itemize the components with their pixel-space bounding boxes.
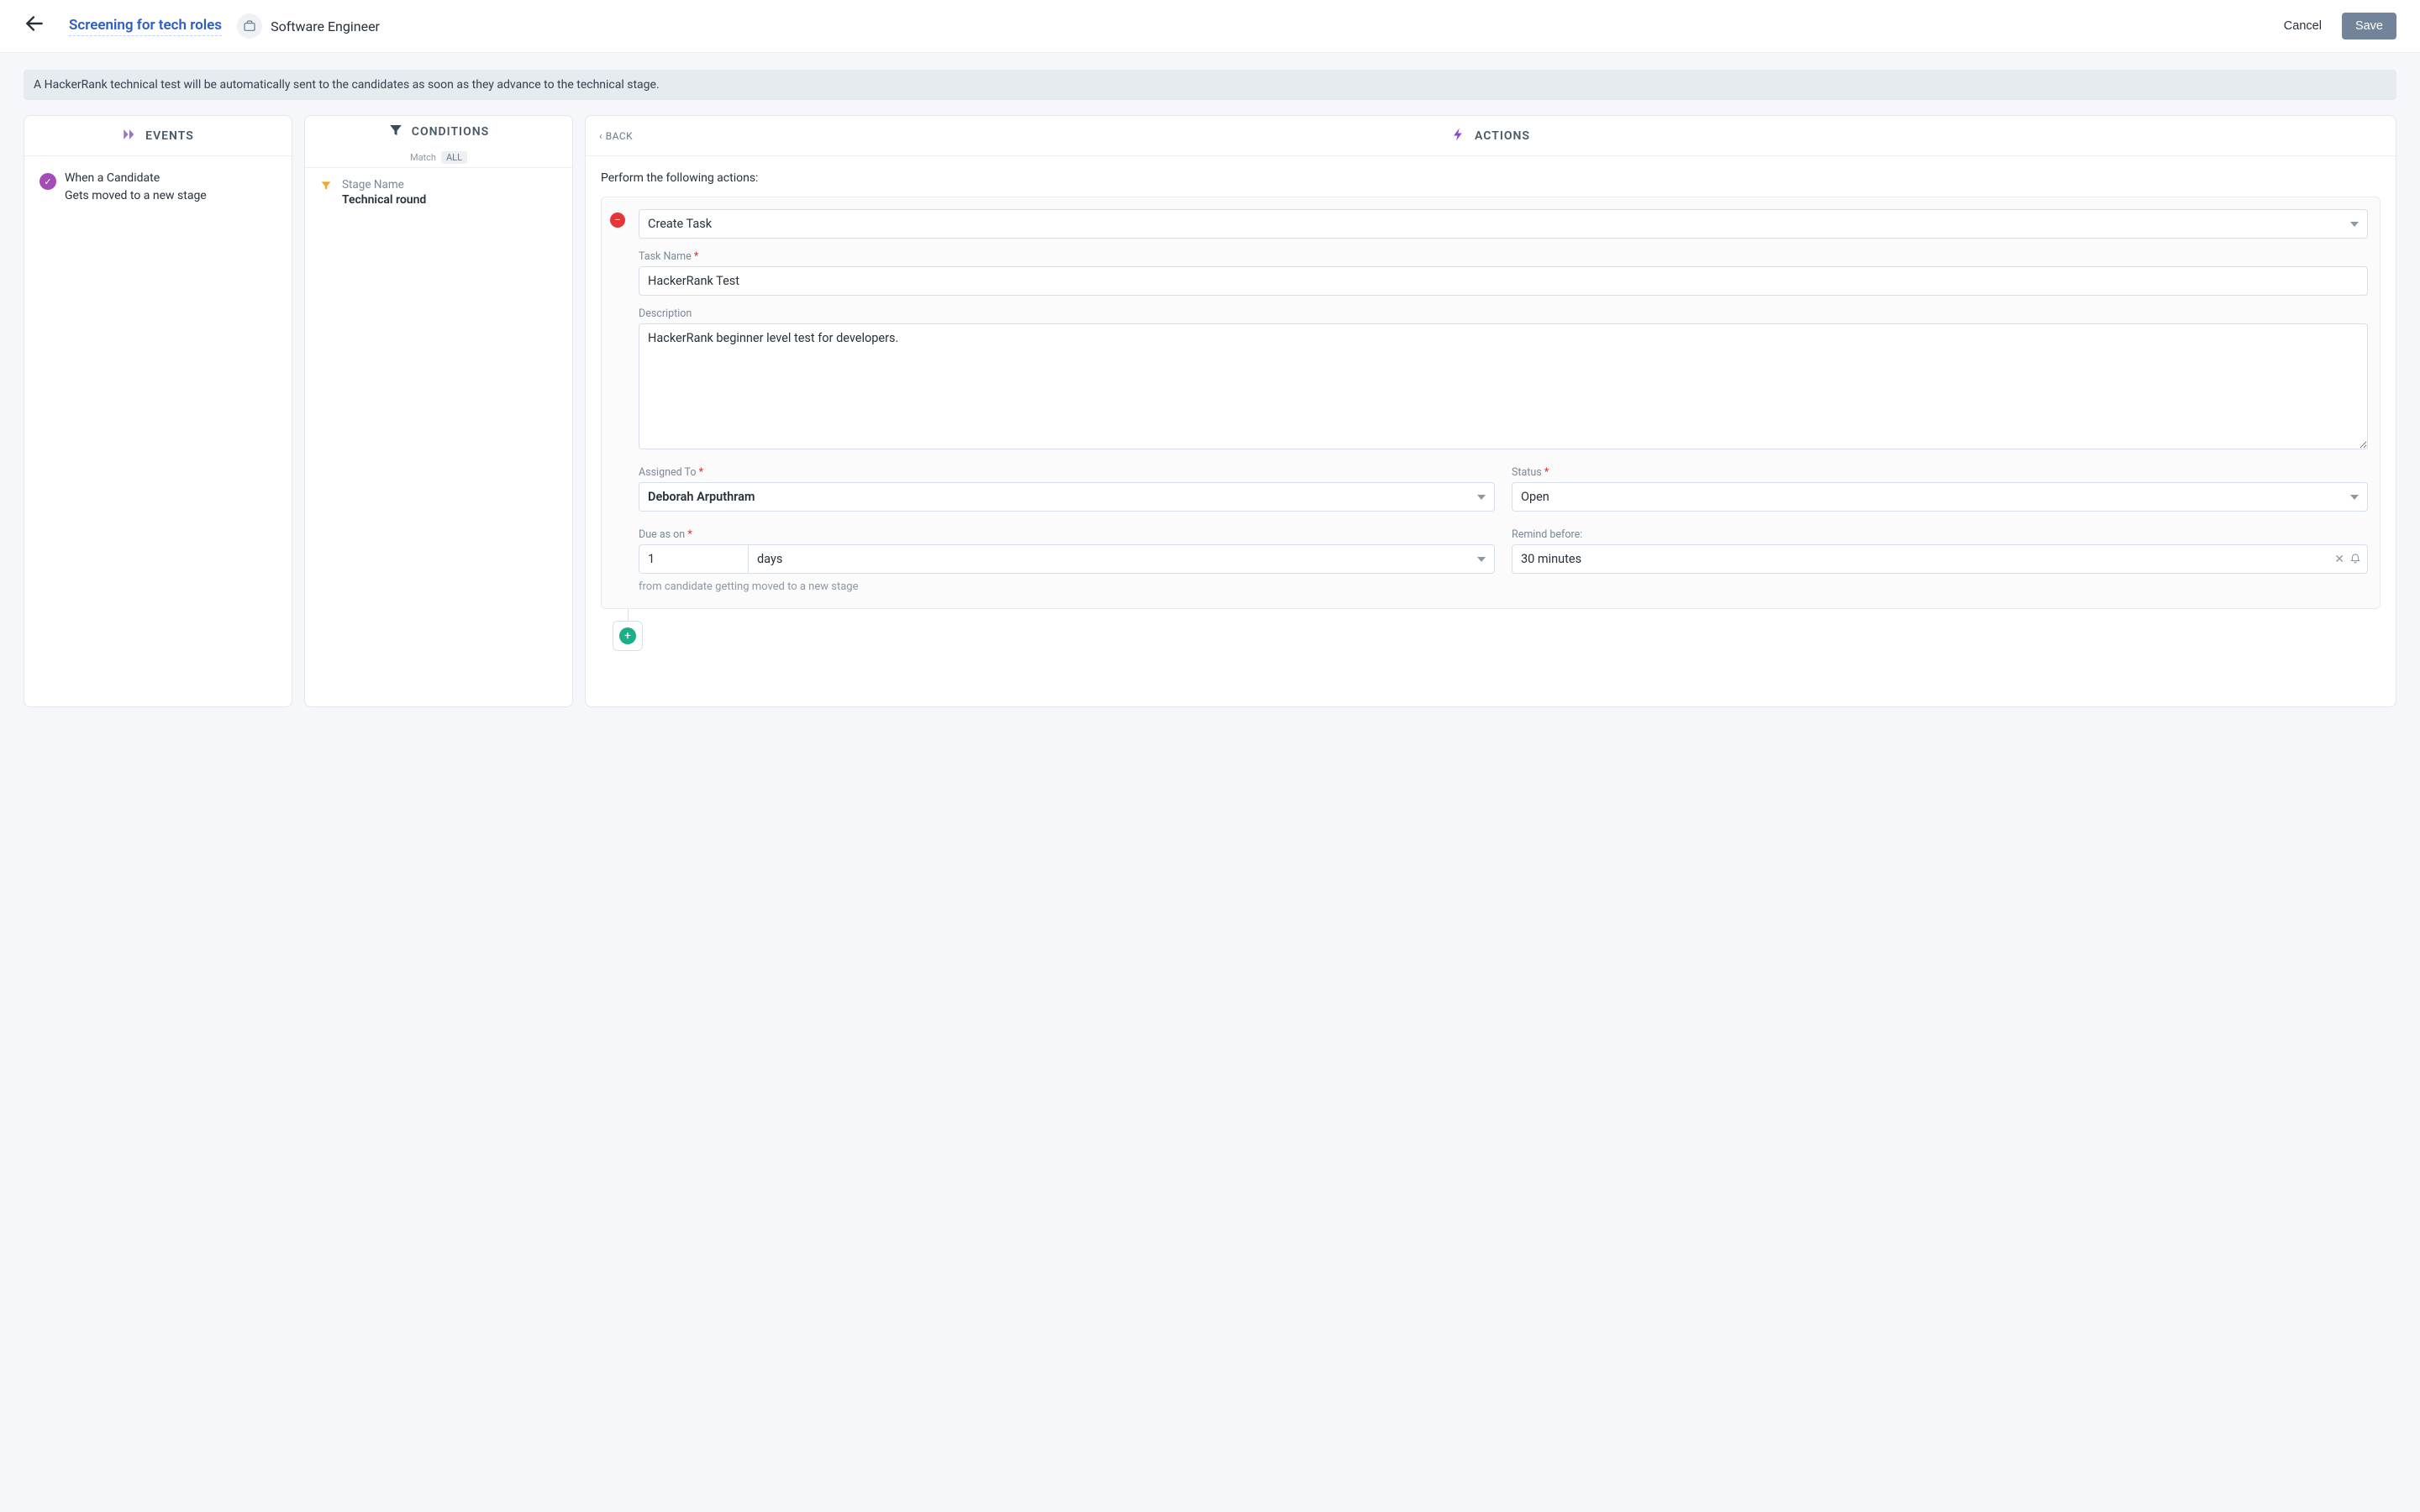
action-connector: [628, 609, 629, 621]
events-icon: [122, 127, 137, 145]
cancel-button[interactable]: Cancel: [2272, 13, 2333, 39]
action-type-select[interactable]: Create Task: [639, 209, 2368, 239]
condition-field-value: Technical round: [342, 193, 426, 207]
conditions-match: Match ALL: [410, 151, 467, 164]
event-line2: Gets moved to a new stage: [65, 187, 207, 205]
description-label: Description: [639, 307, 2368, 320]
event-line1: When a Candidate: [65, 170, 207, 187]
actions-title: ACTIONS: [1475, 129, 1530, 143]
rule-name[interactable]: Screening for tech roles: [69, 17, 222, 36]
match-label: Match: [410, 152, 436, 163]
remove-action-button[interactable]: −: [610, 213, 625, 228]
condition-item[interactable]: Stage Name Technical round: [305, 168, 572, 217]
condition-field-label: Stage Name: [342, 178, 426, 192]
actions-icon: [1451, 127, 1466, 145]
task-name-input[interactable]: [639, 266, 2368, 296]
due-helper: from candidate getting moved to a new st…: [639, 580, 1495, 593]
conditions-panel: CONDITIONS Match ALL Stage Name Technica…: [304, 115, 573, 707]
conditions-header: CONDITIONS Match ALL: [305, 116, 572, 168]
add-action-container: +: [613, 621, 643, 651]
actions-panel: ‹ BACK ACTIONS Perform the following act…: [585, 115, 2396, 707]
save-button[interactable]: Save: [2342, 13, 2396, 39]
event-text: When a Candidate Gets moved to a new sta…: [65, 170, 207, 205]
back-arrow-icon[interactable]: [24, 13, 45, 39]
filter-icon: [388, 123, 403, 141]
due-number-input[interactable]: [639, 544, 748, 574]
assigned-label: Assigned To *: [639, 466, 1495, 479]
assigned-to-select[interactable]: Deborah Arputhram: [639, 482, 1495, 512]
status-select[interactable]: Open: [1512, 482, 2368, 512]
task-name-label: Task Name *: [639, 250, 2368, 263]
remind-input[interactable]: [1512, 544, 2368, 574]
bell-icon[interactable]: [2349, 552, 2361, 567]
action-card: − Create Task Task Name * Description Ha…: [601, 197, 2381, 609]
condition-filter-icon: [320, 180, 332, 207]
due-unit-select[interactable]: days: [748, 544, 1495, 574]
check-icon: ✓: [39, 173, 56, 190]
events-panel: EVENTS ✓ When a Candidate Gets moved to …: [24, 115, 292, 707]
events-header: EVENTS: [24, 116, 292, 156]
add-action-button[interactable]: +: [619, 627, 636, 644]
due-label: Due as on *: [639, 528, 1495, 541]
description-textarea[interactable]: HackerRank beginner level test for devel…: [639, 323, 2368, 449]
role-name: Software Engineer: [271, 18, 380, 34]
role-briefcase-icon: [237, 13, 262, 39]
event-item[interactable]: ✓ When a Candidate Gets moved to a new s…: [24, 156, 292, 218]
workflow-board: EVENTS ✓ When a Candidate Gets moved to …: [0, 100, 2420, 731]
conditions-title: CONDITIONS: [412, 125, 489, 139]
actions-back-link[interactable]: ‹ BACK: [599, 130, 633, 142]
remind-label: Remind before:: [1512, 528, 2368, 541]
match-chip[interactable]: ALL: [441, 151, 467, 164]
events-title: EVENTS: [145, 129, 194, 143]
perform-label: Perform the following actions:: [601, 171, 2381, 185]
chevron-left-icon: ‹: [599, 130, 602, 142]
clear-remind-icon[interactable]: ✕: [2334, 553, 2344, 566]
actions-header: ‹ BACK ACTIONS: [586, 116, 2396, 156]
page-header: Screening for tech roles Software Engine…: [0, 0, 2420, 53]
actions-body: Perform the following actions: − Create …: [586, 156, 2396, 666]
status-label: Status *: [1512, 466, 2368, 479]
info-banner: A HackerRank technical test will be auto…: [24, 70, 2396, 100]
